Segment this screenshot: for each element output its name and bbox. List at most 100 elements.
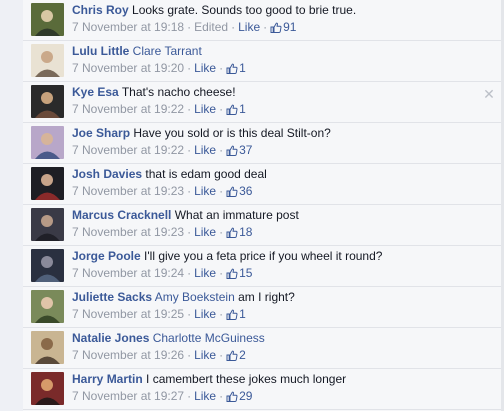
separator-dot: · — [219, 307, 224, 321]
avatar[interactable] — [31, 85, 64, 118]
avatar[interactable] — [31, 3, 64, 36]
thumbs-up-icon — [226, 350, 238, 365]
thumbs-up-icon — [226, 145, 238, 160]
separator-dot: · — [187, 184, 192, 198]
separator-dot: · — [187, 307, 192, 321]
comment-item: Joe Sharp Have you sold or is this deal … — [23, 123, 504, 164]
like-count[interactable]: 2 — [226, 348, 246, 362]
like-count-value: 29 — [239, 389, 253, 403]
thumbs-up-icon — [226, 63, 238, 78]
like-count[interactable]: 1 — [226, 307, 246, 321]
separator-dot: · — [187, 266, 192, 280]
tagged-user[interactable]: Amy Boekstein — [155, 290, 235, 304]
like-button[interactable]: Like — [194, 307, 216, 321]
comment-author[interactable]: Jorge Poole — [72, 249, 141, 263]
comment-timestamp[interactable]: 7 November at 19:18 — [72, 20, 184, 34]
avatar[interactable] — [31, 208, 64, 241]
avatar[interactable] — [31, 44, 64, 77]
like-button[interactable]: Like — [194, 61, 216, 75]
comment-author[interactable]: Marcus Cracknell — [72, 208, 171, 222]
comment-timestamp[interactable]: 7 November at 19:23 — [72, 184, 184, 198]
like-count-value: 1 — [239, 102, 246, 116]
thumbs-up-icon — [226, 268, 238, 283]
separator-dot: · — [219, 143, 224, 157]
like-count-value: 15 — [239, 266, 253, 280]
comment-timestamp[interactable]: 7 November at 19:25 — [72, 307, 184, 321]
like-count-value: 18 — [239, 225, 253, 239]
like-button[interactable]: Like — [194, 184, 216, 198]
like-count[interactable]: 18 — [226, 225, 252, 239]
separator-dot: · — [219, 225, 224, 239]
edited-label[interactable]: Edited — [194, 20, 228, 34]
like-button[interactable]: Like — [194, 102, 216, 116]
tagged-user[interactable]: Charlotte McGuiness — [153, 331, 265, 345]
thumbs-up-icon — [226, 186, 238, 201]
like-count-value: 37 — [239, 143, 253, 157]
separator-dot: · — [219, 184, 224, 198]
avatar[interactable] — [31, 167, 64, 200]
comment-author[interactable]: Natalie Jones — [72, 331, 149, 345]
comment-item: Kye Esa That's nacho cheese! 7 November a… — [23, 82, 504, 123]
like-button[interactable]: Like — [194, 389, 216, 403]
like-button[interactable]: Like — [194, 143, 216, 157]
separator-dot: · — [263, 20, 268, 34]
comment-author[interactable]: Joe Sharp — [72, 126, 130, 140]
avatar[interactable] — [31, 249, 64, 282]
comment-author[interactable]: Harry Martin — [72, 372, 143, 386]
avatar[interactable] — [31, 372, 64, 405]
comment-item: Josh Davies that is edam good deal 7 Nove… — [23, 164, 504, 205]
like-count-value: 36 — [239, 184, 253, 198]
avatar[interactable] — [31, 126, 64, 159]
separator-dot: · — [187, 389, 192, 403]
tagged-user[interactable]: Clare Tarrant — [133, 44, 202, 58]
like-count[interactable]: 15 — [226, 266, 252, 280]
comment-author[interactable]: Josh Davies — [72, 167, 142, 181]
separator-dot: · — [219, 348, 224, 362]
comment-item: Marcus Cracknell What an immature post 7 … — [23, 205, 504, 246]
avatar[interactable] — [31, 331, 64, 364]
comment-text: that is edam good deal — [145, 167, 267, 181]
separator-dot: · — [231, 20, 236, 34]
comment-timestamp[interactable]: 7 November at 19:23 — [72, 225, 184, 239]
comment-timestamp[interactable]: 7 November at 19:26 — [72, 348, 184, 362]
like-button[interactable]: Like — [194, 348, 216, 362]
separator-dot: · — [219, 102, 224, 116]
thumbs-up-icon — [270, 22, 282, 37]
like-count[interactable]: 1 — [226, 61, 246, 75]
comment-timestamp[interactable]: 7 November at 19:22 — [72, 102, 184, 116]
like-button[interactable]: Like — [238, 20, 260, 34]
comment-item: Lulu Little Clare Tarrant 7 November at … — [23, 41, 504, 82]
comment-timestamp[interactable]: 7 November at 19:27 — [72, 389, 184, 403]
comment-item: Juliette Sacks Amy Boekstein am I right?… — [23, 287, 504, 328]
comment-timestamp[interactable]: 7 November at 19:24 — [72, 266, 184, 280]
close-icon[interactable]: ✕ — [482, 88, 496, 102]
like-count[interactable]: 1 — [226, 102, 246, 116]
like-count[interactable]: 37 — [226, 143, 252, 157]
comments-list: Chris Roy Looks grate. Sounds too good t… — [23, 0, 504, 411]
separator-dot: · — [187, 61, 192, 75]
thumbs-up-icon — [226, 227, 238, 242]
comment-timestamp[interactable]: 7 November at 19:22 — [72, 143, 184, 157]
comment-author[interactable]: Kye Esa — [72, 85, 119, 99]
comment-text: I camembert these jokes much longer — [146, 372, 347, 386]
avatar[interactable] — [31, 290, 64, 323]
comment-timestamp[interactable]: 7 November at 19:20 — [72, 61, 184, 75]
separator-dot: · — [219, 61, 224, 75]
separator-dot: · — [187, 348, 192, 362]
thumbs-up-icon — [226, 391, 238, 406]
comment-text: Have you sold or is this deal Stilt-on? — [133, 126, 331, 140]
like-count[interactable]: 29 — [226, 389, 252, 403]
like-button[interactable]: Like — [194, 225, 216, 239]
thumbs-up-icon — [226, 309, 238, 324]
comment-author[interactable]: Lulu Little — [72, 44, 129, 58]
like-count[interactable]: 36 — [226, 184, 252, 198]
like-button[interactable]: Like — [194, 266, 216, 280]
like-count-value: 91 — [283, 20, 297, 34]
separator-dot: · — [187, 102, 192, 116]
comment-text: Looks grate. Sounds too good to brie tru… — [132, 3, 357, 17]
comment-author[interactable]: Juliette Sacks — [72, 290, 152, 304]
comment-author[interactable]: Chris Roy — [72, 3, 129, 17]
comment-text: What an immature post — [174, 208, 299, 222]
like-count[interactable]: 91 — [270, 20, 296, 34]
comment-item: Jorge Poole I'll give you a feta price i… — [23, 246, 504, 287]
